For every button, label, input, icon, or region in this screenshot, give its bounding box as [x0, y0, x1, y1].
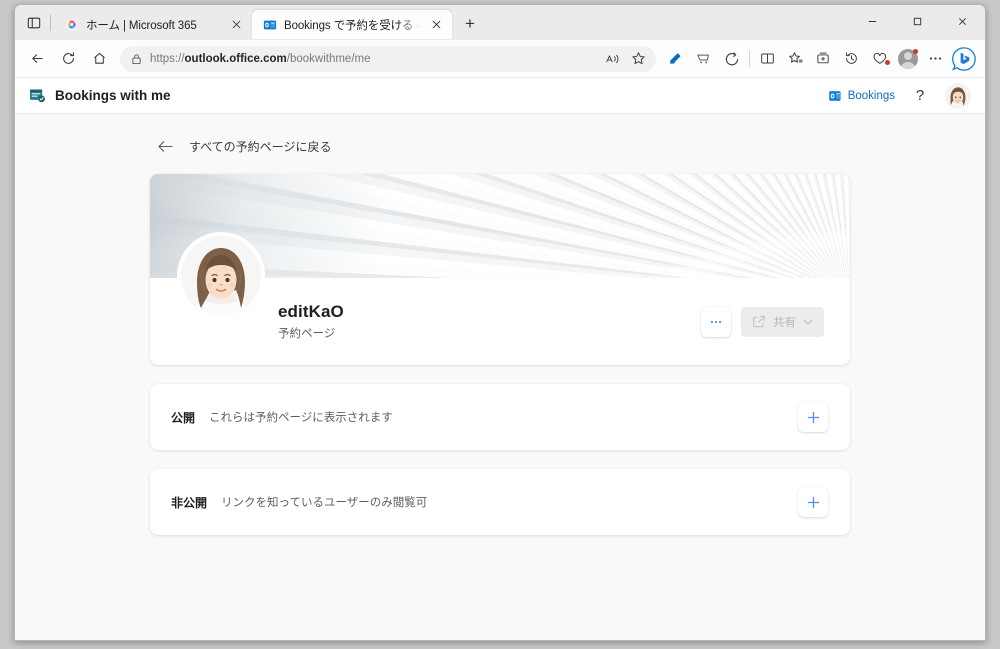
- toolbar-divider: [749, 50, 750, 67]
- new-tab-button[interactable]: +: [456, 10, 484, 38]
- window-controls: [850, 5, 985, 38]
- page-title: editKaO: [278, 302, 344, 321]
- tab-close-icon[interactable]: [228, 16, 245, 33]
- browser-window: ホーム | Microsoft 365 Bookings で予約を受ける - e…: [14, 4, 986, 641]
- favorite-star-icon[interactable]: [626, 48, 650, 70]
- app-title: Bookings with me: [55, 88, 171, 103]
- help-button[interactable]: ?: [909, 85, 931, 107]
- close-button[interactable]: [940, 5, 985, 38]
- page-content: すべての予約ページに戻る editKaO 予約ページ 共有 公開 これらは予約ペ…: [15, 114, 985, 535]
- browser-essentials-icon[interactable]: [866, 45, 893, 72]
- section-private: 非公開 リンクを知っているユーザーのみ閲覧可: [150, 469, 850, 535]
- tab-strip-divider: [50, 15, 51, 31]
- chevron-down-icon: [803, 318, 813, 326]
- user-avatar[interactable]: [945, 82, 971, 109]
- outlook-icon: [262, 17, 277, 32]
- lock-icon: [131, 53, 142, 65]
- copilot-icon[interactable]: [718, 45, 745, 72]
- add-favorite-icon[interactable]: [782, 45, 809, 72]
- minimize-button[interactable]: [850, 5, 895, 38]
- browser-tab-bookings[interactable]: Bookings で予約を受ける - editKaO: [252, 10, 452, 39]
- address-bar[interactable]: https://outlook.office.com/bookwithme/me: [120, 45, 656, 72]
- section-description: リンクを知っているユーザーのみ閲覧可: [221, 497, 428, 509]
- back-to-all-pages-link[interactable]: すべての予約ページに戻る: [150, 133, 850, 159]
- refresh-button[interactable]: [53, 45, 83, 73]
- split-screen-icon[interactable]: [754, 45, 781, 72]
- web-page: Bookings with me Bookings ? すべての予約ページに戻る…: [15, 78, 985, 640]
- profile-alert-badge: [913, 49, 918, 54]
- notification-badge: [885, 60, 890, 65]
- add-private-meeting-type-button[interactable]: [798, 487, 828, 517]
- profile-card-actions: 共有: [701, 306, 824, 337]
- add-public-meeting-type-button[interactable]: [798, 402, 828, 432]
- settings-more-icon[interactable]: [922, 45, 949, 72]
- url-host: outlook.office.com: [184, 52, 287, 65]
- omnibox-actions: [600, 48, 650, 70]
- app-brand[interactable]: Bookings with me: [29, 87, 171, 104]
- browser-toolbar: https://outlook.office.com/bookwithme/me: [15, 40, 985, 78]
- share-label: 共有: [773, 316, 796, 329]
- browser-tab-microsoft365[interactable]: ホーム | Microsoft 365: [54, 10, 252, 39]
- collections-icon[interactable]: [810, 45, 837, 72]
- tab-close-icon[interactable]: [428, 16, 445, 33]
- app-header-actions: Bookings ?: [828, 82, 971, 109]
- section-label: 公開: [171, 410, 196, 425]
- bookings-link-label: Bookings: [847, 89, 895, 102]
- section-description: これらは予約ページに表示されます: [209, 412, 393, 424]
- shopping-icon[interactable]: [690, 45, 717, 72]
- section-label: 非公開: [171, 495, 208, 510]
- tab-strip: ホーム | Microsoft 365 Bookings で予約を受ける - e…: [15, 5, 985, 40]
- bookings-icon: [29, 87, 46, 104]
- editor-icon[interactable]: [662, 45, 689, 72]
- section-public: 公開 これらは予約ページに表示されます: [150, 384, 850, 450]
- profile-avatar-image[interactable]: [177, 232, 265, 320]
- url-text: https://outlook.office.com/bookwithme/me: [150, 52, 371, 65]
- back-button[interactable]: [22, 45, 52, 73]
- maximize-button[interactable]: [895, 5, 940, 38]
- microsoft365-icon: [64, 17, 79, 32]
- avatar-inner: [181, 236, 261, 316]
- back-link-label: すべての予約ページに戻る: [189, 139, 332, 154]
- read-aloud-icon[interactable]: [600, 48, 624, 70]
- more-options-button[interactable]: [701, 306, 731, 337]
- profile-names: editKaO 予約ページ: [278, 302, 344, 341]
- share-button[interactable]: 共有: [741, 306, 824, 337]
- tab-search-icon[interactable]: [19, 8, 49, 38]
- home-button[interactable]: [84, 45, 114, 73]
- history-icon[interactable]: [838, 45, 865, 72]
- back-arrow-icon: [157, 139, 174, 154]
- bookings-link[interactable]: Bookings: [828, 89, 895, 103]
- bing-icon[interactable]: [950, 45, 978, 73]
- share-icon: [752, 315, 766, 329]
- tab-title: ホーム | Microsoft 365: [86, 19, 197, 32]
- profile-avatar-icon[interactable]: [894, 45, 921, 72]
- booking-page-profile-card: editKaO 予約ページ 共有: [150, 174, 850, 365]
- url-path: /bookwithme/me: [286, 52, 371, 65]
- profile-row: editKaO 予約ページ 共有: [150, 232, 850, 365]
- outlook-bookings-icon: [828, 89, 842, 103]
- page-subtitle: 予約ページ: [278, 328, 336, 340]
- tab-title: Bookings で予約を受ける - editKaO: [284, 19, 421, 32]
- app-header: Bookings with me Bookings ?: [15, 78, 985, 114]
